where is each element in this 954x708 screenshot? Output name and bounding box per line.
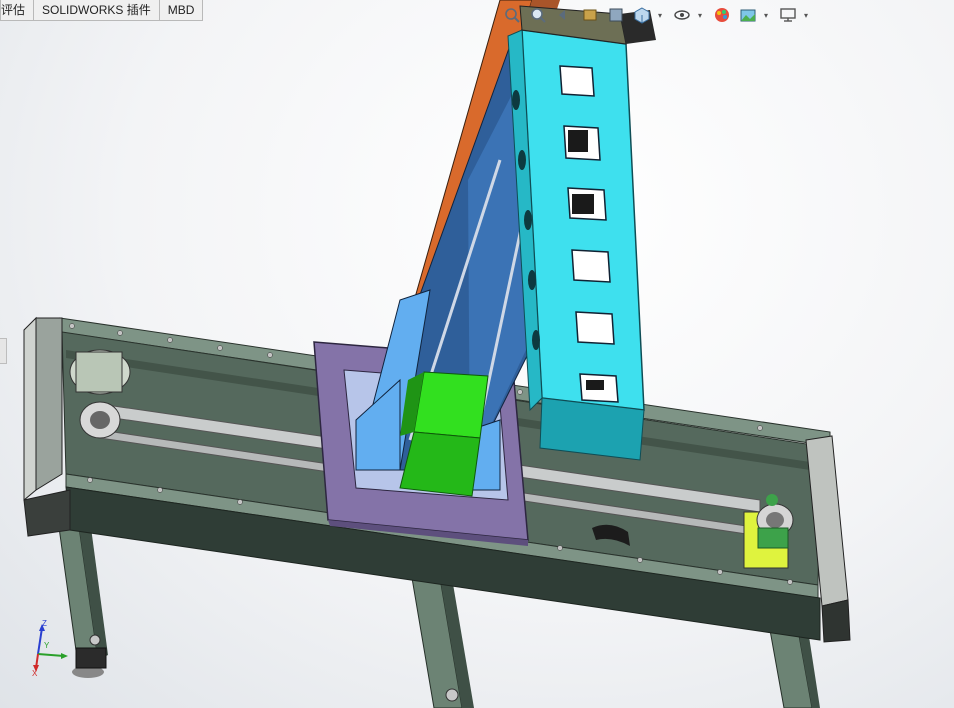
- panel-collapse-handle[interactable]: [0, 338, 7, 364]
- command-manager-tabs: 评估 SOLIDWORKS 插件 MBD: [0, 0, 204, 21]
- view-orientation-icon[interactable]: [630, 3, 654, 27]
- hide-show-items-icon[interactable]: [670, 3, 694, 27]
- triad-y-label: Y: [44, 641, 50, 650]
- 3d-model[interactable]: [0, 0, 954, 708]
- vertical-column: [507, 5, 656, 461]
- apply-scene-icon[interactable]: [736, 3, 760, 27]
- edit-appearance-icon[interactable]: [710, 3, 734, 27]
- chevron-down-icon[interactable]: ▾: [802, 3, 810, 27]
- chevron-down-icon[interactable]: ▾: [762, 3, 770, 27]
- triad-z-label: Z: [42, 619, 47, 628]
- section-view-icon[interactable]: [578, 3, 602, 27]
- chevron-down-icon[interactable]: ▾: [696, 3, 704, 27]
- dynamic-annotation-icon[interactable]: [604, 3, 628, 27]
- chevron-down-icon[interactable]: ▾: [656, 3, 664, 27]
- reference-triad: Z Y X: [30, 618, 70, 678]
- previous-view-icon[interactable]: [552, 3, 576, 27]
- graphics-area[interactable]: 评估 SOLIDWORKS 插件 MBD ▾ ▾ ▾ ▾ Z Y X: [0, 0, 954, 708]
- zoom-area-icon[interactable]: [526, 3, 550, 27]
- tab-evaluate[interactable]: 评估: [0, 0, 35, 21]
- tab-mbd[interactable]: MBD: [158, 0, 204, 21]
- heads-up-view-toolbar: ▾ ▾ ▾ ▾: [500, 2, 816, 28]
- view-settings-icon[interactable]: [776, 3, 800, 27]
- tab-solidworks-addins[interactable]: SOLIDWORKS 插件: [33, 0, 160, 21]
- triad-x-label: X: [32, 669, 38, 678]
- slider-block: [399, 371, 489, 497]
- zoom-to-fit-icon[interactable]: [500, 3, 524, 27]
